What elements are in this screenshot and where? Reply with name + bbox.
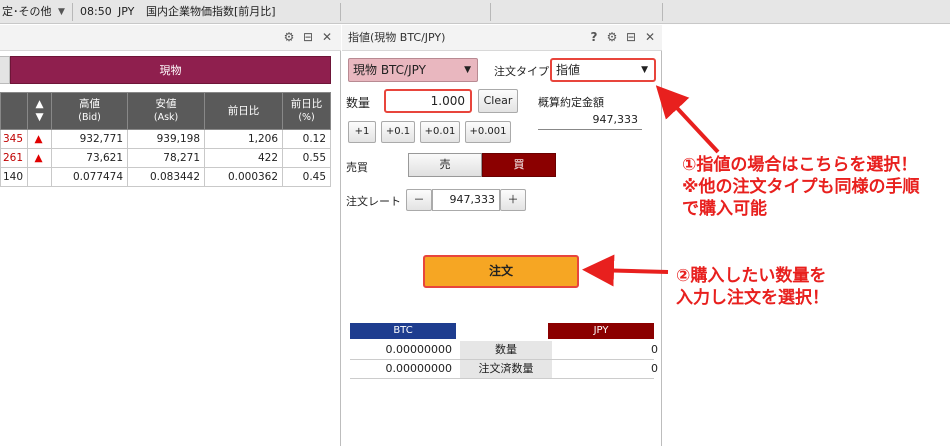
- annotation-arrows: [582, 85, 720, 287]
- annotation-note-2: ②購入したい数量を 入力し注文を選択！: [676, 266, 829, 308]
- annotation-arrow-submit: [582, 254, 669, 287]
- annotation-note-1: ①指値の場合はこちらを選択！ ※他の注文タイプも同様の手順 で購入可能: [682, 155, 920, 219]
- annotation-arrow-order-type: [655, 85, 720, 154]
